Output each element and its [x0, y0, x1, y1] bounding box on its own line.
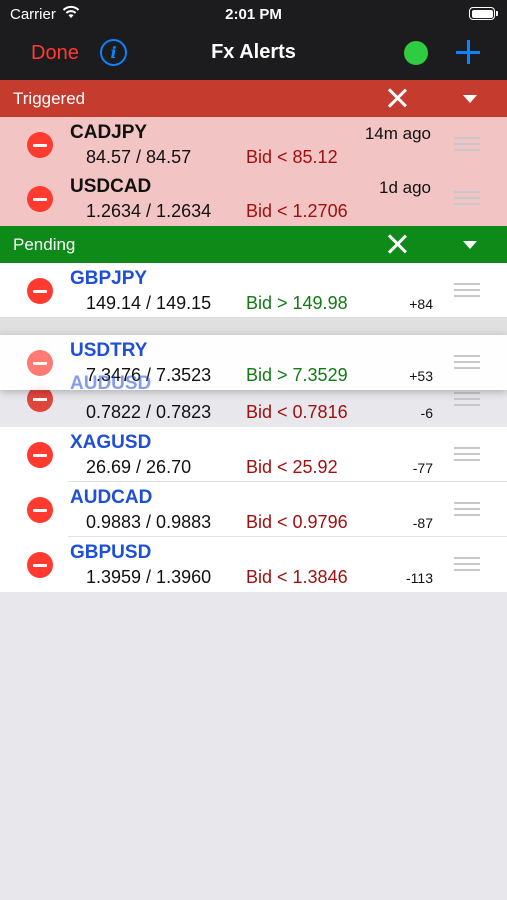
clear-triggered-icon[interactable] — [387, 88, 407, 108]
battery-icon — [469, 7, 498, 20]
alert-age: 1d ago — [379, 178, 431, 197]
status-bar: Carrier 2:01 PM — [0, 0, 507, 28]
alert-distance: -87 — [412, 515, 433, 531]
alert-price: 84.57 / 84.57 — [86, 147, 192, 167]
alert-distance: +84 — [409, 296, 433, 312]
alert-price: 0.9883 / 0.9883 — [86, 512, 212, 532]
triggered-section-header[interactable]: Triggered — [0, 80, 507, 117]
reorder-handle-icon[interactable] — [454, 137, 480, 151]
alert-price: 149.14 / 149.15 — [86, 293, 212, 313]
alert-condition: Bid > 7.3529 — [246, 365, 348, 385]
collapse-pending-icon[interactable] — [463, 241, 477, 249]
reorder-handle-icon[interactable] — [454, 191, 480, 205]
alert-symbol: GBPJPY — [70, 268, 148, 289]
reorder-handle-icon[interactable] — [454, 502, 480, 516]
connection-status-indicator — [404, 41, 428, 65]
alert-symbol: AUDUSD — [70, 373, 152, 394]
alert-symbol: USDCAD — [70, 176, 152, 197]
clear-pending-icon[interactable] — [387, 234, 407, 254]
section-title: Triggered — [13, 89, 86, 108]
section-title: Pending — [13, 235, 76, 254]
nav-bar: Done i Fx Alerts — [0, 28, 507, 80]
alert-condition: Bid < 0.9796 — [246, 512, 348, 532]
alert-price: 1.3959 / 1.3960 — [86, 567, 212, 587]
alert-row[interactable]: AUDCAD 0.9883 / 0.9883 Bid < 0.9796 -87 — [0, 482, 507, 537]
delete-icon[interactable] — [27, 497, 53, 523]
reorder-handle-icon[interactable] — [454, 557, 480, 571]
pending-section-header[interactable]: Pending — [0, 226, 507, 263]
delete-icon[interactable] — [27, 552, 53, 578]
alert-symbol: USDTRY — [70, 340, 148, 361]
alert-symbol: XAGUSD — [70, 432, 152, 453]
alert-condition: Bid < 25.92 — [246, 457, 338, 477]
alert-row[interactable]: GBPUSD 1.3959 / 1.3960 Bid < 1.3846 -113 — [0, 537, 507, 592]
alert-price: 0.7822 / 0.7823 — [86, 402, 212, 422]
alert-row[interactable]: CADJPY 84.57 / 84.57 Bid < 85.12 14m ago — [0, 117, 507, 172]
reorder-handle-icon[interactable] — [454, 447, 480, 461]
alert-symbol: GBPUSD — [70, 542, 152, 563]
alert-price: 26.69 / 26.70 — [86, 457, 192, 477]
alert-condition: Bid < 85.12 — [246, 147, 338, 167]
alert-distance: +53 — [409, 368, 433, 384]
alert-distance: -113 — [406, 570, 433, 586]
drop-placeholder — [0, 317, 507, 335]
alert-condition: Bid < 0.7816 — [246, 402, 348, 422]
clock: 2:01 PM — [225, 6, 282, 23]
delete-icon[interactable] — [27, 278, 53, 304]
reorder-handle-icon[interactable] — [454, 355, 480, 369]
delete-icon[interactable] — [27, 350, 53, 376]
alert-condition: Bid < 1.3846 — [246, 567, 348, 587]
delete-icon[interactable] — [27, 186, 53, 212]
reorder-handle-icon[interactable] — [454, 283, 480, 297]
alert-row[interactable]: USDCAD 1.2634 / 1.2634 Bid < 1.2706 1d a… — [0, 171, 507, 226]
alert-distance: -77 — [412, 460, 433, 476]
reorder-handle-icon[interactable] — [454, 392, 480, 406]
collapse-triggered-icon[interactable] — [463, 95, 477, 103]
alert-condition: Bid < 1.2706 — [246, 201, 348, 221]
alert-age: 14m ago — [364, 124, 431, 143]
alert-distance: -6 — [420, 405, 433, 421]
add-icon[interactable] — [456, 40, 480, 64]
alert-price: 1.2634 / 1.2634 — [86, 201, 212, 221]
delete-icon[interactable] — [27, 442, 53, 468]
delete-icon[interactable] — [27, 132, 53, 158]
alert-symbol: AUDCAD — [70, 487, 153, 508]
alert-row[interactable]: XAGUSD 26.69 / 26.70 Bid < 25.92 -77 — [0, 427, 507, 482]
page-title: Fx Alerts — [211, 41, 296, 63]
top-bar: Carrier 2:01 PM Done i Fx Alerts — [0, 0, 507, 80]
alert-row[interactable]: GBPJPY 149.14 / 149.15 Bid > 149.98 +84 — [0, 263, 507, 318]
alert-condition: Bid > 149.98 — [246, 293, 348, 313]
alert-symbol: CADJPY — [70, 122, 148, 143]
